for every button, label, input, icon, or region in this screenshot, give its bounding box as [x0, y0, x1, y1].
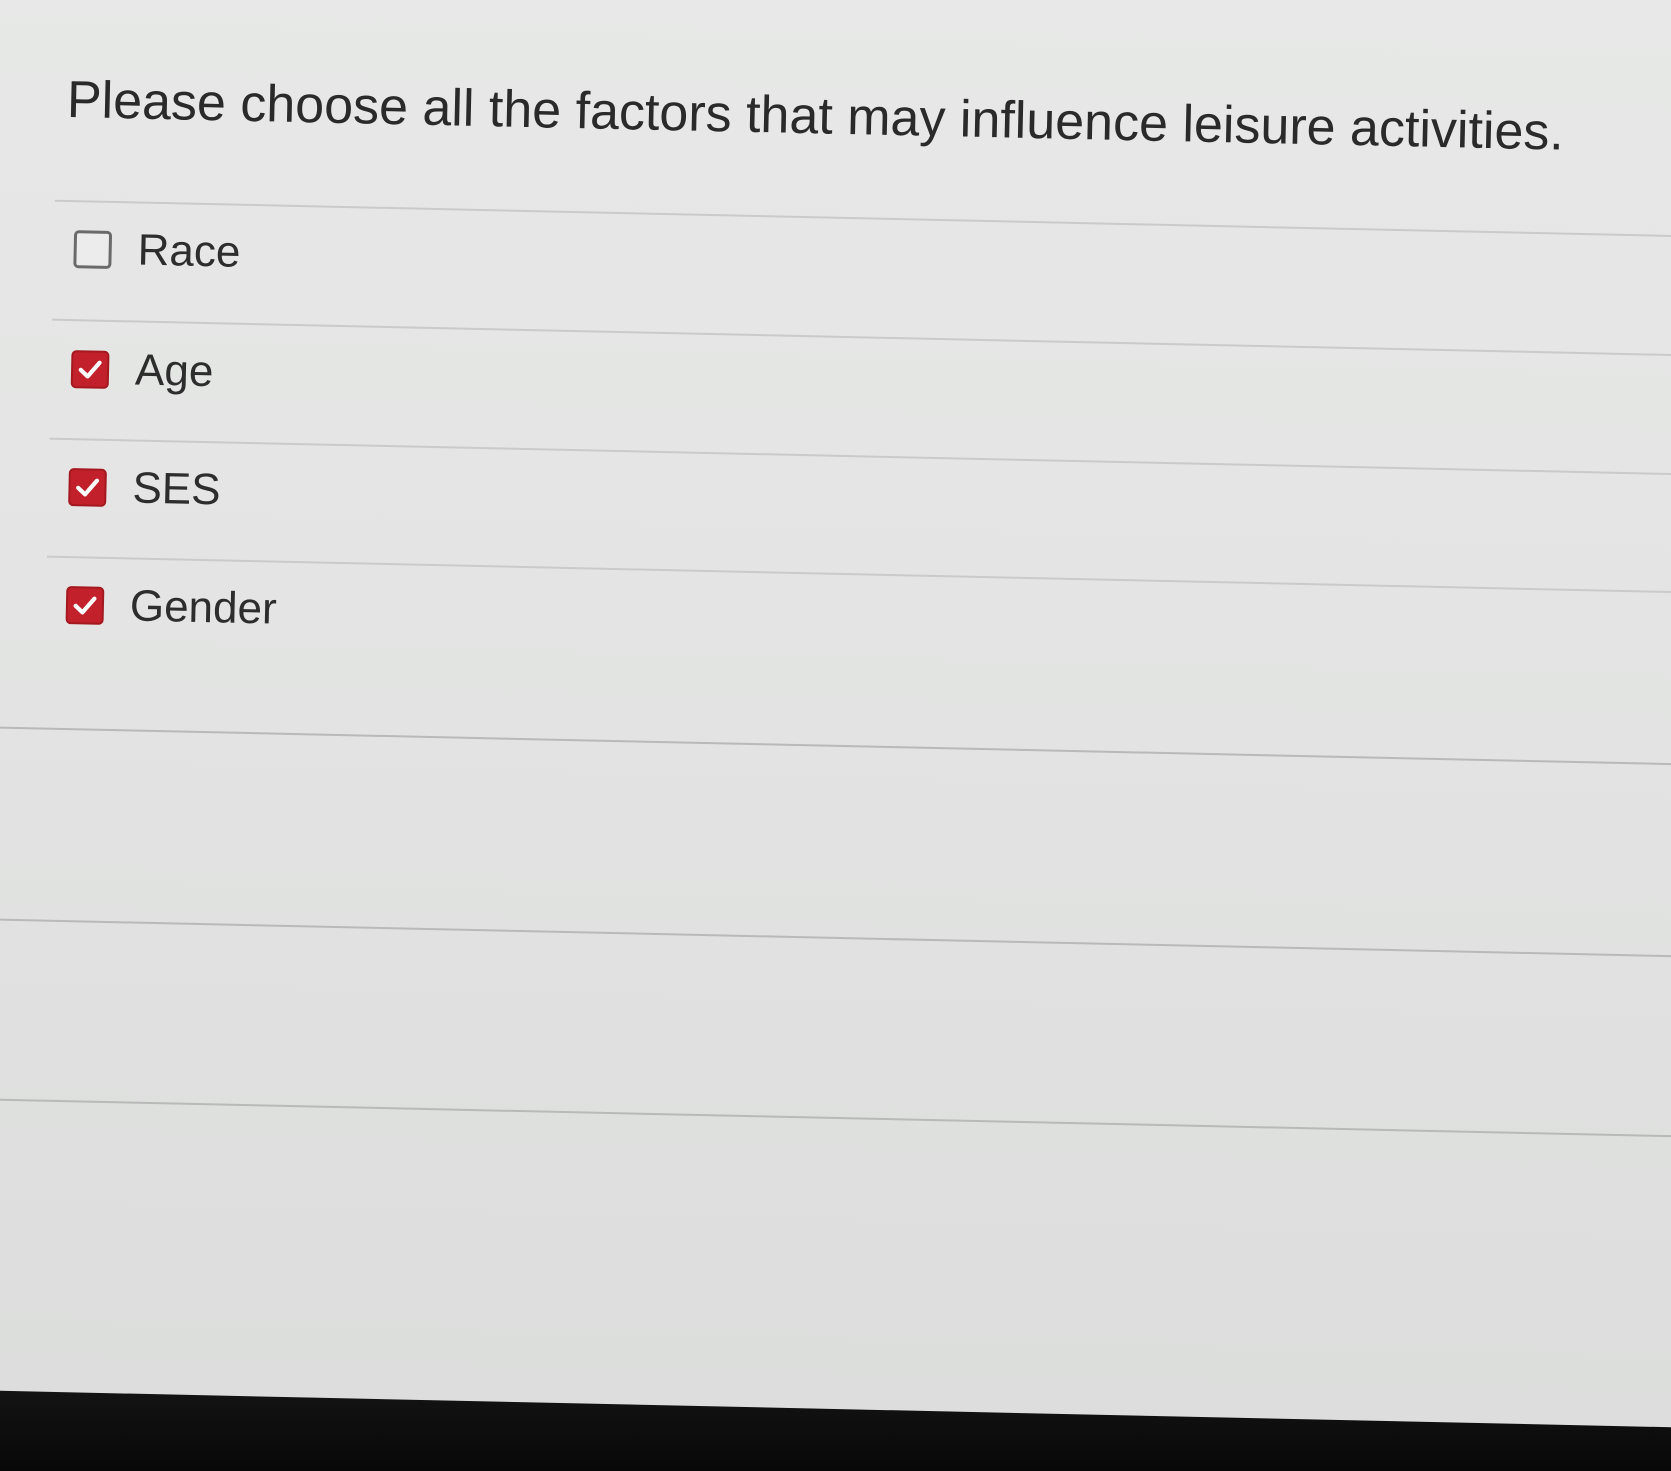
- section-divider: [0, 1097, 1671, 1139]
- option-gender[interactable]: Gender: [65, 580, 277, 635]
- screen: Please choose all the factors that may i…: [0, 0, 1671, 1471]
- divider: [54, 199, 1671, 239]
- option-race[interactable]: Race: [73, 224, 241, 278]
- checkbox-ses[interactable]: [68, 468, 107, 507]
- checkbox-age[interactable]: [70, 350, 110, 389]
- option-label-race: Race: [137, 225, 241, 277]
- option-label-gender: Gender: [129, 581, 278, 634]
- divider: [49, 437, 1671, 477]
- option-label-age: Age: [134, 345, 214, 397]
- checkbox-race[interactable]: [73, 230, 113, 269]
- checkmark-icon: [78, 360, 102, 379]
- divider: [52, 318, 1671, 358]
- checkbox-gender[interactable]: [65, 586, 105, 625]
- quiz-panel: Please choose all the factors that may i…: [0, 0, 1671, 1428]
- divider: [46, 555, 1671, 595]
- question-text: Please choose all the factors that may i…: [66, 70, 1565, 162]
- option-ses[interactable]: SES: [68, 462, 221, 515]
- section-divider: [0, 917, 1671, 959]
- checkmark-icon: [73, 596, 97, 615]
- option-label-ses: SES: [131, 463, 222, 515]
- option-age[interactable]: Age: [70, 344, 214, 397]
- checkmark-icon: [76, 478, 100, 497]
- section-divider: [0, 725, 1671, 767]
